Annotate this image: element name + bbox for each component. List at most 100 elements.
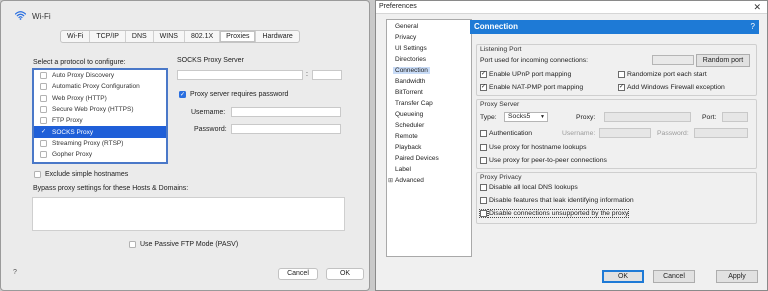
firewall-checkbox[interactable]: ✓ — [618, 84, 625, 91]
tree-item-transfer-cap[interactable]: Transfer Cap — [395, 100, 433, 107]
exclude-hostnames-label: Exclude simple hostnames — [45, 171, 129, 178]
listening-port-title: Listening Port — [480, 46, 522, 53]
protocol-label: Streaming Proxy (RTSP) — [52, 139, 124, 147]
authentication-label: Authentication — [489, 130, 533, 137]
p2p-proxy-label: Use proxy for peer-to-peer connections — [489, 157, 607, 164]
tab-hardware[interactable]: Hardware — [256, 31, 298, 42]
disable-unsupported-label: Disable connections unsupported by the p… — [487, 209, 630, 218]
disable-leak-label: Disable features that leak identifying i… — [489, 197, 634, 204]
mac-tab-bar: Wi-Fi TCP/IP DNS WINS 802.1X Proxies Har… — [60, 30, 300, 43]
proxy-privacy-title: Proxy Privacy — [480, 174, 522, 181]
protocol-list: Auto Proxy Discovery Automatic Proxy Con… — [32, 68, 168, 164]
username-field[interactable] — [231, 107, 341, 117]
tab-wins[interactable]: WINS — [154, 31, 185, 42]
tree-item-remote[interactable]: Remote — [395, 133, 418, 140]
proxy-password-label: Password: — [657, 130, 689, 137]
tree-item-general[interactable]: General — [395, 23, 418, 30]
proxy-server-field[interactable] — [177, 70, 303, 80]
password-field[interactable] — [231, 124, 341, 134]
protocol-checkbox[interactable]: ✓ — [40, 129, 47, 136]
exclude-hostnames-checkbox[interactable] — [34, 171, 41, 178]
window-title-text: Wi-Fi — [32, 12, 51, 21]
protocol-item-auto-config[interactable]: Automatic Proxy Configuration — [34, 81, 166, 92]
disable-dns-checkbox[interactable] — [480, 184, 487, 191]
close-icon[interactable]: ✕ — [753, 2, 761, 13]
randomize-port-checkbox[interactable] — [618, 71, 625, 78]
protocol-checkbox[interactable] — [40, 94, 47, 102]
disable-leak-checkbox[interactable] — [480, 197, 487, 204]
proxy-host-field[interactable] — [604, 112, 691, 122]
protocol-item-ftp[interactable]: FTP Proxy — [34, 115, 166, 126]
tab-dns[interactable]: DNS — [126, 31, 154, 42]
bypass-label: Bypass proxy settings for these Hosts & … — [33, 185, 189, 192]
protocol-item-auto-discovery[interactable]: Auto Proxy Discovery — [34, 70, 166, 81]
server-heading: SOCKS Proxy Server — [177, 57, 244, 64]
tree-item-advanced[interactable]: Advanced — [395, 177, 424, 184]
tree-item-ui-settings[interactable]: UI Settings — [395, 45, 427, 52]
proxy-port-field[interactable] — [722, 112, 748, 122]
protocol-checkbox[interactable] — [40, 106, 47, 114]
tab-tcpip[interactable]: TCP/IP — [90, 31, 126, 42]
natpmp-checkbox[interactable]: ✓ — [480, 84, 487, 91]
incoming-port-field[interactable] — [652, 55, 694, 65]
tree-item-privacy[interactable]: Privacy — [395, 34, 416, 41]
tree-item-label[interactable]: Label — [395, 166, 411, 173]
upnp-label: Enable UPnP port mapping — [489, 71, 572, 78]
help-icon[interactable]: ? — [13, 269, 17, 276]
protocol-checkbox[interactable] — [40, 151, 47, 159]
tree-item-directories[interactable]: Directories — [395, 56, 426, 63]
tree-item-bandwidth[interactable]: Bandwidth — [395, 78, 425, 85]
randomize-port-label: Randomize port each start — [627, 71, 707, 78]
protocol-checkbox[interactable] — [40, 139, 47, 147]
tab-proxies[interactable]: Proxies — [220, 31, 257, 42]
proxy-port-label: Port: — [702, 114, 717, 121]
apply-button[interactable]: Apply — [716, 270, 758, 283]
protocol-prompt: Select a protocol to configure: — [33, 59, 126, 66]
tree-item-playback[interactable]: Playback — [395, 144, 421, 151]
tree-item-connection[interactable]: Connection — [393, 67, 430, 74]
ok-button[interactable]: OK — [326, 268, 364, 280]
tree-item-scheduler[interactable]: Scheduler — [395, 122, 424, 129]
proxy-password-field[interactable] — [694, 128, 748, 138]
password-label: Password: — [194, 126, 227, 133]
tree-item-paired-devices[interactable]: Paired Devices — [395, 155, 439, 162]
window-titlebar: Preferences ✕ — [376, 1, 767, 14]
tree-item-queueing[interactable]: Queueing — [395, 111, 423, 118]
protocol-item-http[interactable]: Web Proxy (HTTP) — [34, 93, 166, 104]
requires-password-checkbox[interactable]: ✓ — [179, 91, 186, 98]
proxy-type-select[interactable]: Socks5 ▼ — [504, 112, 548, 122]
authentication-checkbox[interactable] — [480, 130, 487, 137]
proxy-type-label: Type: — [480, 114, 497, 121]
cancel-button[interactable]: Cancel — [653, 270, 695, 283]
protocol-item-rtsp[interactable]: Streaming Proxy (RTSP) — [34, 138, 166, 149]
connection-header: Connection ? — [470, 20, 759, 34]
natpmp-label: Enable NAT-PMP port mapping — [489, 84, 584, 91]
protocol-item-https[interactable]: Secure Web Proxy (HTTPS) — [34, 104, 166, 115]
tab-wifi[interactable]: Wi-Fi — [61, 31, 91, 42]
passive-ftp-label: Use Passive FTP Mode (PASV) — [140, 241, 239, 248]
proxy-host-label: Proxy: — [576, 114, 596, 121]
cancel-button[interactable]: Cancel — [278, 268, 318, 280]
proxy-username-field[interactable] — [599, 128, 651, 138]
bypass-textarea[interactable] — [32, 197, 345, 231]
hostname-lookup-checkbox[interactable] — [480, 144, 487, 151]
random-port-button[interactable]: Random port — [696, 54, 750, 67]
passive-ftp-checkbox[interactable] — [129, 241, 136, 248]
tree-item-bittorrent[interactable]: BitTorrent — [395, 89, 423, 96]
upnp-checkbox[interactable]: ✓ — [480, 71, 487, 78]
protocol-item-socks[interactable]: ✓ SOCKS Proxy — [34, 126, 166, 138]
protocol-checkbox[interactable] — [40, 72, 47, 80]
protocol-checkbox[interactable] — [40, 117, 47, 125]
protocol-checkbox[interactable] — [40, 83, 47, 91]
port-separator: : — [306, 71, 308, 78]
disable-unsupported-checkbox[interactable] — [479, 209, 488, 218]
tree-expand-icon[interactable]: ⊞ — [388, 177, 393, 184]
protocol-item-gopher[interactable]: Gopher Proxy — [34, 149, 166, 160]
tab-8021x[interactable]: 802.1X — [185, 31, 221, 42]
help-icon[interactable]: ? — [751, 20, 755, 34]
p2p-proxy-checkbox[interactable] — [480, 157, 487, 164]
requires-password-label: Proxy server requires password — [190, 91, 289, 98]
proxy-port-field[interactable] — [312, 70, 342, 80]
ok-button[interactable]: OK — [602, 270, 644, 283]
incoming-port-label: Port used for incoming connections: — [480, 57, 589, 64]
